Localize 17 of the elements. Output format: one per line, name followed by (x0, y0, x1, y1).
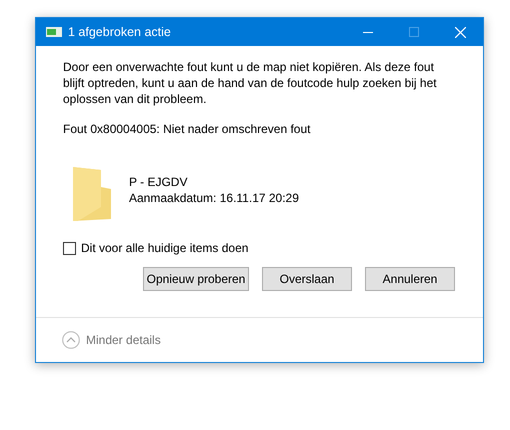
apply-all-checkbox-row[interactable]: Dit voor alle huidige items doen (63, 239, 456, 257)
item-name: P - EJGDV (129, 174, 188, 190)
maximize-icon (409, 27, 419, 37)
folder-icon (73, 167, 111, 221)
dialog-button[interactable]: Overslaan (262, 267, 352, 291)
dialog-button[interactable]: Annuleren (365, 267, 455, 291)
error-code: Fout 0x80004005: Niet nader omschreven fout (63, 121, 312, 137)
item-created-date: Aanmaakdatum: 16.11.17 20:29 (129, 190, 299, 206)
error-message: Door een onverwachte fout kunt u de map niet kopiëren. Als deze fout blijft optreden, kunt u aan de hand van de foutcode hulp zoeken bij het oplossen van dit probleem. (63, 59, 438, 107)
dialog-button[interactable]: Opnieuw proberen (143, 267, 249, 291)
details-toggle[interactable]: Minder details (62, 331, 161, 349)
close-icon (454, 26, 466, 38)
copy-progress-icon (46, 27, 62, 37)
window-title: 1 afgebroken actie (68, 24, 171, 41)
chevron-icon (62, 331, 80, 349)
checkbox[interactable] (63, 242, 76, 254)
checkbox-label: Dit voor alle huidige items doen (81, 240, 248, 257)
